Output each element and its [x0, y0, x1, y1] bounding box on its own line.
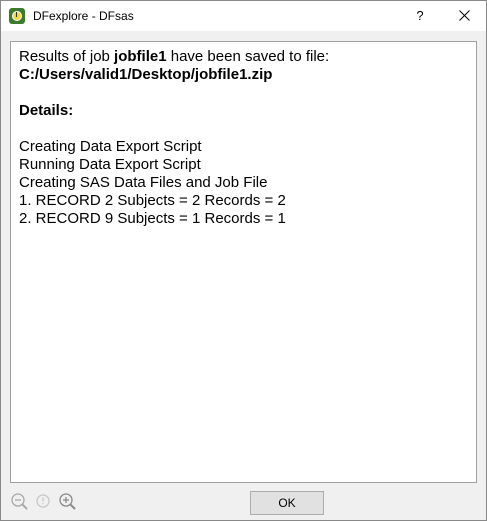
zoom-reset-icon	[36, 494, 50, 508]
detail-line: 1. RECORD 2 Subjects = 2 Records = 2	[19, 192, 286, 209]
zoom-in-icon	[59, 493, 76, 510]
ok-button[interactable]: OK	[250, 491, 324, 515]
close-button[interactable]	[446, 1, 484, 31]
detail-line: Creating Data Export Script	[19, 138, 202, 155]
message-panel: Results of job jobfile1 have been saved …	[10, 41, 477, 483]
clock-icon	[9, 8, 25, 24]
window-title: DFexplore - DFsas	[33, 9, 134, 23]
dialog-window: DFexplore - DFsas ? Results of job jobfi…	[0, 0, 487, 521]
help-button[interactable]: ?	[406, 1, 434, 31]
job-name: jobfile1	[114, 48, 167, 65]
intro-prefix: Results of job	[19, 48, 115, 65]
file-path: C:/Users/valid1/Desktop/jobfile1.zip	[19, 66, 273, 83]
title-bar: DFexplore - DFsas ?	[1, 1, 486, 31]
button-bar: OK	[1, 484, 486, 520]
zoom-in-button[interactable]	[58, 492, 78, 512]
zoom-reset-button[interactable]	[34, 492, 54, 512]
detail-line: Creating SAS Data Files and Job File	[19, 174, 268, 191]
intro-suffix: have been saved to file:	[166, 48, 330, 65]
intro-line: Results of job jobfile1 have been saved …	[19, 48, 468, 66]
detail-line: 2. RECORD 9 Subjects = 1 Records = 1	[19, 210, 286, 227]
details-heading: Details:	[19, 102, 74, 119]
message-text: Results of job jobfile1 have been saved …	[19, 48, 468, 228]
close-icon	[459, 10, 470, 21]
zoom-out-icon	[11, 493, 28, 510]
zoom-out-button[interactable]	[10, 492, 30, 512]
detail-line: Running Data Export Script	[19, 156, 201, 173]
